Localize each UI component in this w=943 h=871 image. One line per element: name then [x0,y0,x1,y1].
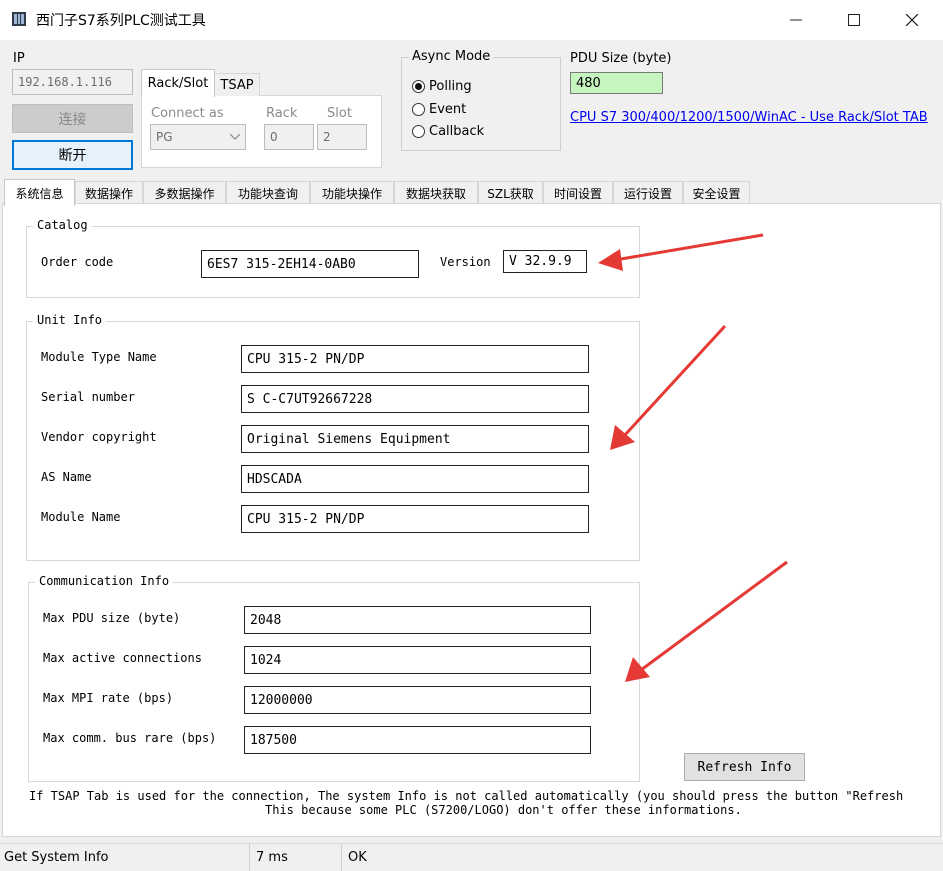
status-time: 7 ms [252,844,342,871]
status-message: Get System Info [0,844,250,871]
status-result: OK [348,850,367,865]
annotation-arrow-unit-info [610,324,727,450]
annotation-arrows [598,233,788,682]
tab-rack-slot[interactable]: Rack/Slot [141,69,215,97]
annotation-arrow-comm-info [625,560,788,682]
annotation-arrow-catalog [598,233,764,271]
tab-system-info[interactable]: 系统信息 [4,179,75,206]
status-bar: Get System Info 7 ms OK [0,843,943,871]
